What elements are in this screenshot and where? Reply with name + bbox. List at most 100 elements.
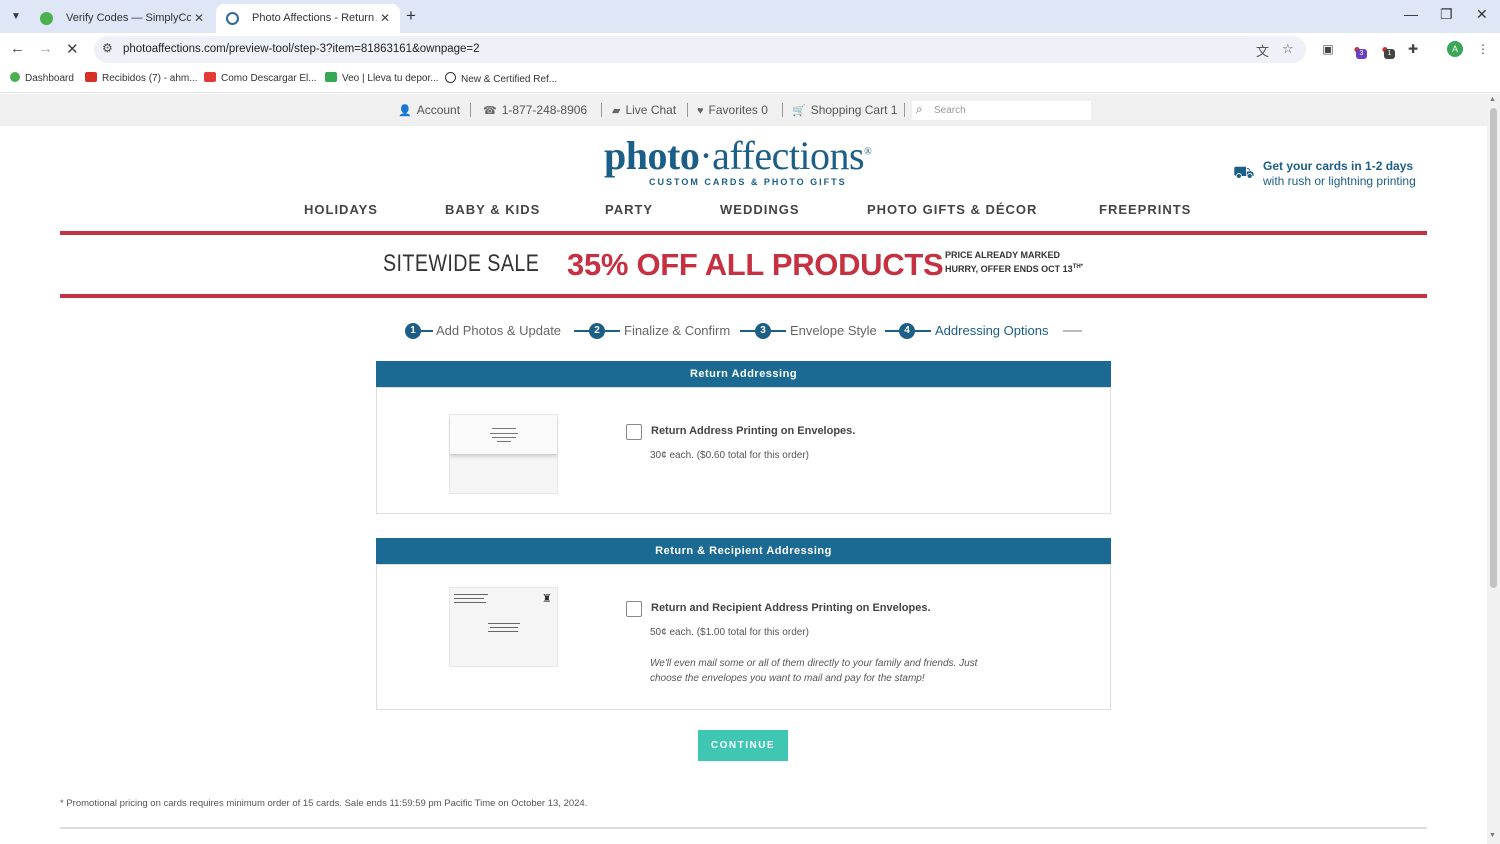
browser-menu-icon[interactable]: ⋮ <box>1475 41 1491 57</box>
minimize-icon[interactable]: — <box>1404 6 1418 22</box>
scroll-up-arrow-icon[interactable]: ▲ <box>1489 96 1496 103</box>
step-4-number: 4 <box>899 323 915 339</box>
bookmark-label: New & Certified Ref... <box>461 74 558 85</box>
continue-button[interactable]: CONTINUE <box>698 730 788 761</box>
logo-dot: · <box>699 133 713 178</box>
promo-footnote: * Promotional pricing on cards requires … <box>60 798 588 809</box>
recipient-envelope-preview: ♜ <box>449 587 558 667</box>
phone-label: 1-877-248-8906 <box>501 103 588 117</box>
step-1-label[interactable]: Add Photos & Update <box>436 323 561 338</box>
scroll-down-arrow-icon[interactable]: ▼ <box>1489 832 1496 839</box>
extension-printer-icon[interactable]: ▣ <box>1320 41 1336 57</box>
tab-search-chevron-icon[interactable]: ▼ <box>6 7 26 27</box>
step-3-label[interactable]: Envelope Style <box>790 323 877 338</box>
divider <box>904 103 905 117</box>
divider <box>687 103 688 117</box>
translate-icon[interactable]: 文 <box>1256 41 1269 60</box>
bookmark-star-icon[interactable]: ☆ <box>1282 41 1294 57</box>
simplycodes-favicon-icon <box>40 12 53 25</box>
mailing-service-note: We'll even mail some or all of them dire… <box>650 658 978 684</box>
stamp-icon: ♜ <box>542 593 552 605</box>
stop-loading-icon[interactable]: ✕ <box>66 40 79 58</box>
extensions-puzzle-icon[interactable]: ✚ <box>1405 41 1421 57</box>
url-text[interactable]: photoaffections.com/preview-tool/step-3?… <box>123 43 480 55</box>
favorites-link[interactable]: ♥ Favorites 0 <box>697 103 768 117</box>
step-connector <box>421 330 433 332</box>
site-utility-bar: 👤 Account ☎ 1-877-248-8906 ▰ Live Chat ♥ Fav… <box>0 94 1487 126</box>
return-addressing-header: Return Addressing <box>376 361 1111 387</box>
step-4-label: Addressing Options <box>935 323 1049 338</box>
step-3-number[interactable]: 3 <box>755 323 771 339</box>
tab-photo-affections[interactable]: Photo Affections - Return Addr ✕ <box>216 4 400 33</box>
user-icon: 👤 <box>398 105 412 117</box>
site-settings-icon[interactable]: ⚙ <box>102 41 113 55</box>
logo-mark: ® <box>864 146 872 158</box>
step-2-number[interactable]: 2 <box>589 323 605 339</box>
extension-badge: 3 <box>1356 49 1367 59</box>
return-recipient-price: 50¢ each. ($1.00 total for this order) <box>650 627 809 638</box>
sale-note-2: HURRY, OFFER ENDS OCT 13TH* <box>945 264 1083 274</box>
forward-arrow-icon[interactable]: → <box>38 40 53 57</box>
profile-avatar[interactable]: A <box>1447 41 1463 57</box>
nav-freeprints[interactable]: FREEPRINTS <box>1099 202 1191 217</box>
live-chat-link[interactable]: ▰ Live Chat <box>612 103 676 117</box>
sale-label: SITEWIDE SALE <box>383 250 540 277</box>
divider <box>782 103 783 117</box>
nav-weddings[interactable]: WEDDINGS <box>720 202 800 217</box>
search-icon: ⌕ <box>916 102 923 116</box>
new-tab-plus-icon[interactable]: + <box>406 6 416 26</box>
step-connector <box>771 330 786 332</box>
footer-divider <box>60 827 1427 829</box>
nav-photo-gifts-decor[interactable]: PHOTO GIFTS & DÉCOR <box>867 202 1037 217</box>
back-arrow-icon[interactable]: ← <box>10 40 25 57</box>
page-scrollbar[interactable]: ▲ ▼ <box>1487 94 1500 844</box>
bookmark-youtube[interactable]: Como Descargar El... <box>204 72 317 84</box>
nav-baby-kids[interactable]: BABY & KIDS <box>445 202 540 217</box>
bookmark-certified[interactable]: New & Certified Ref... <box>445 72 557 85</box>
logo-part: affections <box>712 133 865 178</box>
phone-link[interactable]: ☎ 1-877-248-8906 <box>483 103 587 117</box>
sale-headline[interactable]: 35% OFF ALL PRODUCTS <box>567 247 944 283</box>
step-connector <box>740 330 756 332</box>
step-1-number[interactable]: 1 <box>405 323 421 339</box>
shopping-cart-link[interactable]: 🛒 Shopping Cart 1 <box>792 103 897 117</box>
return-address-option-label[interactable]: Return Address Printing on Envelopes. <box>651 425 855 437</box>
return-recipient-checkbox[interactable] <box>626 601 642 617</box>
restore-icon[interactable]: ❐ <box>1440 6 1453 23</box>
heart-icon: ♥ <box>697 105 704 117</box>
chat-label: Live Chat <box>625 103 677 117</box>
tab-close-icon[interactable]: ✕ <box>380 4 390 33</box>
step-connector <box>574 330 590 332</box>
bookmark-label: Recibidos (7) - ahm... <box>102 73 198 84</box>
bookmark-veo[interactable]: Veo | Lleva tu depor... <box>325 72 439 84</box>
nav-holidays[interactable]: HOLIDAYS <box>304 202 378 217</box>
bookmark-label: Dashboard <box>25 73 74 84</box>
scrollbar-thumb[interactable] <box>1490 108 1497 588</box>
browser-toolbar: ← → ✕ ⚙ photoaffections.com/preview-tool… <box>0 33 1500 65</box>
site-logo[interactable]: photo·affections® <box>604 132 872 179</box>
nav-party[interactable]: PARTY <box>605 202 653 217</box>
account-link[interactable]: 👤 Account <box>398 103 460 117</box>
address-bar[interactable]: ⚙ photoaffections.com/preview-tool/step-… <box>94 36 1306 63</box>
window-close-icon[interactable]: ✕ <box>1476 6 1488 23</box>
veo-icon <box>325 72 337 82</box>
phone-icon: ☎ <box>483 105 497 117</box>
sale-note-2-text: HURRY, OFFER ENDS OCT 13 <box>945 264 1073 274</box>
sale-banner-top-rule <box>60 231 1427 235</box>
sale-note-1: PRICE ALREADY MARKED <box>945 250 1061 260</box>
sale-note-2-sup: TH* <box>1072 264 1084 270</box>
sale-banner-bottom-rule <box>60 294 1427 298</box>
step-2-label[interactable]: Finalize & Confirm <box>624 323 730 338</box>
site-search-input[interactable]: ⌕ Search <box>912 101 1091 120</box>
return-address-price: 30¢ each. ($0.60 total for this order) <box>650 450 809 461</box>
return-recipient-option-label[interactable]: Return and Recipient Address Printing on… <box>651 602 931 614</box>
favorites-label: Favorites 0 <box>708 103 768 117</box>
tab-close-icon[interactable]: ✕ <box>194 4 204 33</box>
bookmark-gmail[interactable]: Recibidos (7) - ahm... <box>85 72 198 84</box>
tab-simplycodes[interactable]: Verify Codes — SimplyCodes ✕ <box>30 4 214 33</box>
return-address-checkbox[interactable] <box>626 424 642 440</box>
return-address-envelope-preview <box>449 414 558 494</box>
bookmark-label: Como Descargar El... <box>221 73 317 84</box>
bookmark-dashboard[interactable]: Dashboard <box>10 72 74 84</box>
dashboard-favicon-icon <box>10 72 20 82</box>
